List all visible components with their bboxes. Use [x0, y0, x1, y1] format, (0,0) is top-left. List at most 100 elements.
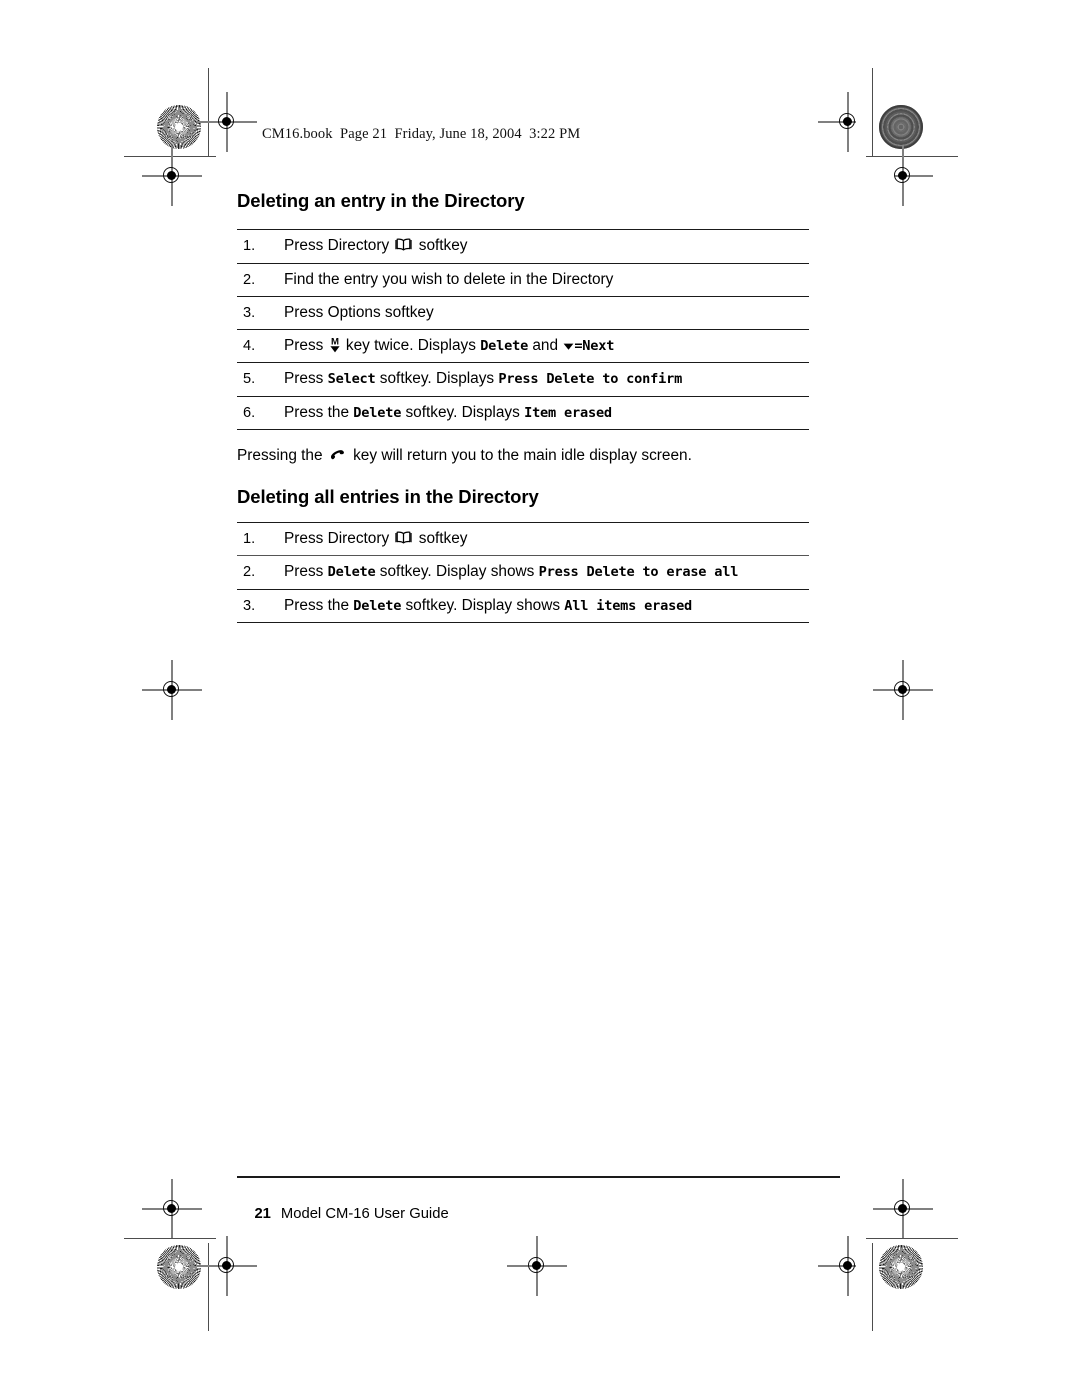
page-number: 21: [254, 1206, 271, 1222]
section-title-deleting-an-entry: Deleting an entry in the Directory: [237, 190, 525, 211]
registration-mark-top-right-outer: [886, 146, 933, 206]
trim-line-top-left-horizontal: [124, 156, 216, 158]
step-text: key twice. Displays: [341, 337, 481, 355]
step-number: 2.: [243, 271, 256, 288]
step-instruction: Press the Delete softkey. Display shows …: [284, 589, 809, 622]
step-row: 1. Press Directory softkey: [237, 522, 809, 556]
step-text: Press the: [284, 403, 354, 421]
step-text: Press: [284, 563, 328, 581]
step-instruction: Press Options softkey: [284, 296, 809, 329]
registration-mark-bottom-center: [507, 1236, 567, 1296]
step-row: 2. Press Delete softkey. Display shows Pr…: [237, 555, 809, 589]
steps-table-deleting-an-entry: 1. Press Directory softkey 2. Find the entr…: [237, 229, 809, 430]
step-number: 3.: [243, 304, 256, 321]
directory-book-icon: [395, 237, 413, 251]
idle-screen-note: Pressing the key will return you to the …: [237, 446, 809, 466]
step-instruction: Find the entry you wish to delete in the…: [284, 263, 809, 296]
registration-mark-top-right-inner: [818, 92, 865, 152]
footer-title: Model CM-16 User Guide: [280, 1206, 449, 1222]
trim-line-bottom-right-horizontal: [866, 1238, 958, 1240]
registration-mark-left-middle: [142, 660, 202, 720]
step-row: 3. Press the Delete softkey. Display show…: [237, 589, 809, 623]
lcd-display-text: All items erased: [564, 597, 693, 614]
step-text: and: [528, 337, 563, 355]
step-number: 6.: [243, 404, 256, 421]
directory-book-icon: [395, 530, 413, 544]
step-row: 1. Press Directory softkey: [237, 229, 809, 263]
imposition-slug: CM16.book Page 21 Friday, June 18, 2004 …: [262, 126, 581, 142]
footer: 21 Model CM-16 User Guide: [238, 1190, 449, 1238]
lcd-display-label: =Next: [574, 338, 615, 355]
step-number: 2.: [243, 564, 256, 581]
color-rosette-bottom-left: [157, 1245, 201, 1289]
step-text: softkey. Display shows: [401, 596, 565, 614]
step-text: Find the entry you wish to delete in the…: [284, 270, 614, 288]
step-row: 2. Find the entry you wish to delete in t…: [237, 263, 809, 296]
step-row: 4. Press M key twice. Displays Delete and…: [237, 329, 809, 363]
color-rosette-top-right: [879, 105, 923, 149]
lcd-display-text: Delete: [353, 404, 402, 421]
lcd-display-text: Press Delete to confirm: [498, 371, 683, 388]
lcd-display-text: Press Delete to erase all: [538, 564, 739, 581]
step-row: 5. Press Select softkey. Displays Press D…: [237, 362, 809, 396]
step-text: softkey: [414, 530, 468, 548]
steps-table-deleting-all-entries: 1. Press Directory softkey 2. Press Delete …: [237, 522, 809, 623]
step-instruction: Press M key twice. Displays Delete and =…: [284, 330, 809, 363]
step-number: 1.: [243, 531, 256, 548]
lcd-display-text: Select: [327, 371, 376, 388]
step-row: 3. Press Options softkey: [237, 296, 809, 329]
lcd-display-text: Delete: [353, 597, 402, 614]
step-number: 5.: [243, 371, 256, 388]
document-page: CM16.book Page 21 Friday, June 18, 2004 …: [0, 0, 1080, 1397]
trim-line-top-right-horizontal: [866, 156, 958, 158]
step-instruction: Press the Delete softkey. Displays Item …: [284, 396, 809, 429]
step-text: Press Directory: [284, 530, 394, 548]
registration-mark-top-left-outer: [142, 146, 202, 206]
step-row: 6. Press the Delete softkey. Displays Ite…: [237, 396, 809, 430]
down-triangle-icon: [563, 339, 574, 350]
step-text: Press Directory: [284, 237, 394, 255]
trim-line-top-right-vertical: [872, 68, 874, 156]
footer-rule: [237, 1176, 840, 1178]
lcd-display-text: Delete: [327, 564, 376, 581]
step-instruction: Press Delete softkey. Display shows Pres…: [284, 556, 809, 589]
step-text: Press: [284, 337, 328, 355]
step-number: 3.: [243, 597, 256, 614]
step-text: softkey. Displays: [401, 403, 525, 421]
lcd-display-text: Item erased: [524, 404, 612, 421]
svg-text:M: M: [331, 336, 339, 347]
registration-mark-bottom-right-outer: [873, 1179, 933, 1239]
registration-mark-bottom-left-outer: [142, 1179, 202, 1239]
registration-mark-right-middle: [873, 660, 933, 720]
step-text: softkey: [414, 237, 468, 255]
content-column: Deleting an entry in the Directory 1. Pre…: [237, 190, 809, 623]
step-text: softkey. Displays: [375, 370, 499, 388]
step-number: 4.: [243, 338, 256, 355]
steps-body-1: 1. Press Directory softkey 2. Find the entr…: [237, 229, 809, 430]
color-rosette-bottom-right: [879, 1245, 923, 1289]
section-title-deleting-all-entries: Deleting all entries in the Directory: [237, 485, 539, 507]
menu-down-key-icon: M: [329, 336, 341, 353]
registration-mark-bottom-right-inner: [818, 1236, 865, 1296]
step-text: Press Options softkey: [284, 303, 434, 321]
note-text-before: Pressing the: [237, 446, 327, 464]
steps-body-2: 1. Press Directory softkey 2. Press Delete …: [237, 522, 809, 623]
registration-mark-top-left-inner: [197, 92, 257, 152]
trim-line-bottom-right-vertical: [872, 1243, 874, 1331]
trim-line-bottom-left-horizontal: [124, 1238, 216, 1240]
step-instruction: Press Directory softkey: [284, 230, 809, 263]
step-instruction: Press Directory softkey: [284, 523, 809, 556]
color-rosette-top-left: [157, 105, 201, 149]
step-text: Press the: [284, 596, 354, 614]
lcd-display-text: =Next: [562, 338, 614, 354]
step-text: softkey. Display shows: [375, 563, 539, 581]
lcd-display-text: Delete: [480, 338, 529, 355]
registration-mark-bottom-left-inner: [197, 1236, 257, 1296]
step-instruction: Press Select softkey. Displays Press Del…: [284, 363, 809, 396]
note-text-after: key will return you to the main idle dis…: [348, 446, 692, 464]
step-text: Press: [284, 370, 328, 388]
